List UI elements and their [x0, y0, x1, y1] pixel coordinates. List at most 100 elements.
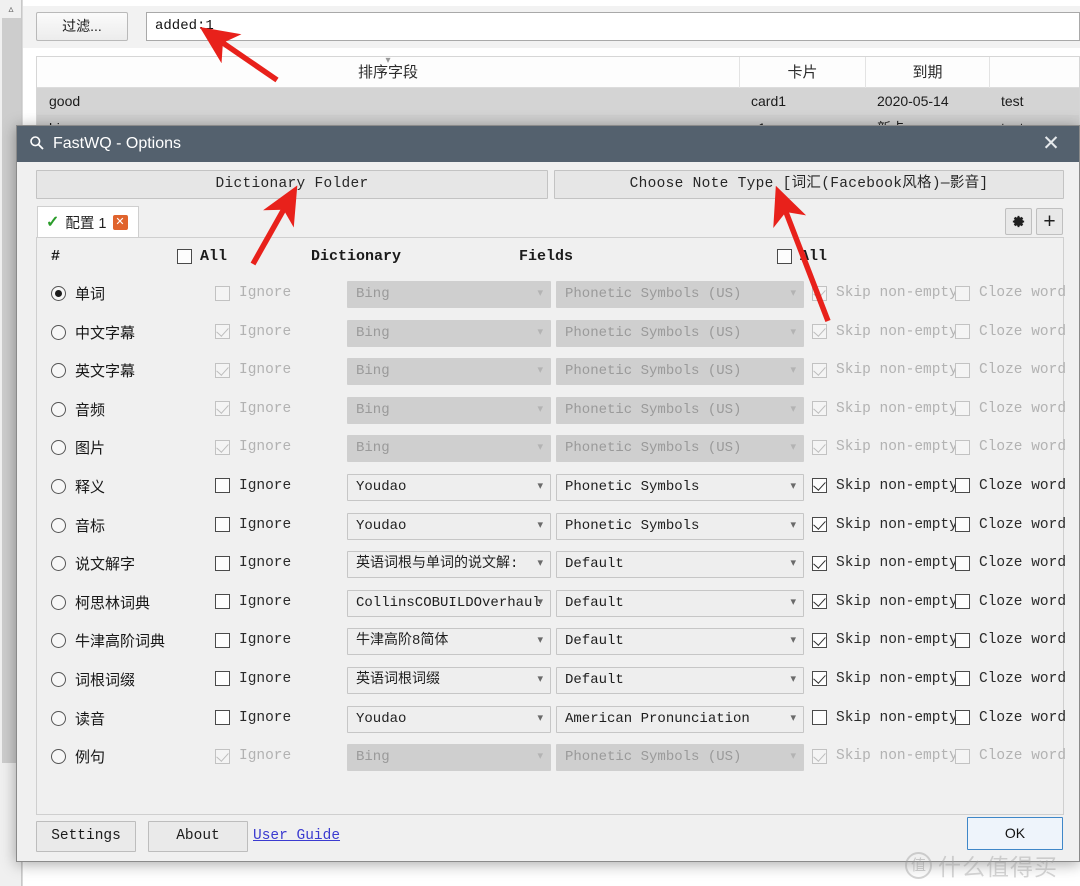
row-select-radio-8[interactable] [51, 594, 66, 610]
column-header-card[interactable]: 卡片 [739, 57, 865, 88]
skip-non-empty-checkbox-row-7[interactable]: Skip non-empty [812, 555, 958, 571]
ignore-checkbox-box[interactable] [215, 710, 230, 726]
ignore-checkbox-row-3[interactable]: Ignore [215, 401, 291, 417]
field-select-row-9[interactable]: Default ▾ [556, 628, 804, 656]
ignore-checkbox-box[interactable] [215, 632, 230, 648]
field-select-row-5[interactable]: Phonetic Symbols ▾ [556, 473, 804, 501]
row-select-radio-4[interactable] [51, 440, 66, 456]
cloze-word-checkbox-row-12[interactable]: Cloze word [955, 748, 1066, 764]
row-select-radio-0[interactable] [51, 286, 66, 301]
skip-non-empty-checkbox-row-11[interactable]: Skip non-empty [812, 710, 958, 726]
cloze-word-checkbox-box[interactable] [955, 555, 970, 571]
skip-non-empty-checkbox-row-5[interactable]: Skip non-empty [812, 478, 958, 494]
cloze-word-checkbox-box[interactable] [955, 710, 970, 726]
close-icon[interactable]: ✕ [1033, 126, 1069, 162]
column-header-all-ignore[interactable]: All [177, 248, 227, 265]
plus-icon[interactable]: + [1036, 208, 1063, 235]
skip-non-empty-checkbox-row-3[interactable]: Skip non-empty [812, 401, 958, 417]
skip-non-empty-checkbox-box[interactable] [812, 362, 827, 378]
dictionary-select-row-2[interactable]: Bing ▾ [347, 358, 551, 386]
cloze-word-checkbox-box[interactable] [955, 324, 970, 340]
skip-non-empty-checkbox-box[interactable] [812, 555, 827, 571]
field-select-row-4[interactable]: Phonetic Symbols (US) ▾ [556, 435, 804, 463]
skip-non-empty-checkbox-box[interactable] [812, 401, 827, 417]
column-header-due[interactable]: 到期 [865, 57, 989, 88]
row-select-radio-6[interactable] [51, 517, 66, 533]
ignore-checkbox-box[interactable] [215, 324, 230, 340]
cloze-word-checkbox-row-0[interactable]: Cloze word [955, 285, 1066, 301]
cloze-word-checkbox-row-11[interactable]: Cloze word [955, 710, 1066, 726]
choose-note-type-button[interactable]: Choose Note Type [词汇(Facebook风格)—影音] [554, 170, 1064, 199]
ignore-checkbox-row-7[interactable]: Ignore [215, 555, 291, 571]
cloze-word-checkbox-box[interactable] [955, 401, 970, 417]
skip-non-empty-checkbox-row-8[interactable]: Skip non-empty [812, 594, 958, 610]
row-select-radio-10[interactable] [51, 671, 66, 687]
column-header-all-options[interactable]: All [777, 248, 827, 265]
all-ignore-checkbox[interactable] [177, 249, 192, 264]
skip-non-empty-checkbox-box[interactable] [812, 594, 827, 610]
table-row[interactable]: good card1 2020-05-14 test [37, 88, 1079, 115]
skip-non-empty-checkbox-box[interactable] [812, 671, 827, 687]
ignore-checkbox-row-8[interactable]: Ignore [215, 594, 291, 610]
skip-non-empty-checkbox-row-4[interactable]: Skip non-empty [812, 439, 958, 455]
cloze-word-checkbox-row-7[interactable]: Cloze word [955, 555, 1066, 571]
cloze-word-checkbox-row-5[interactable]: Cloze word [955, 478, 1066, 494]
ignore-checkbox-row-12[interactable]: Ignore [215, 748, 291, 764]
ignore-checkbox-box[interactable] [215, 748, 230, 764]
close-icon[interactable]: ✕ [112, 214, 128, 230]
cloze-word-checkbox-row-10[interactable]: Cloze word [955, 671, 1066, 687]
dictionary-select-row-1[interactable]: Bing ▾ [347, 319, 551, 347]
skip-non-empty-checkbox-row-0[interactable]: Skip non-empty [812, 285, 958, 301]
skip-non-empty-checkbox-row-1[interactable]: Skip non-empty [812, 324, 958, 340]
cloze-word-checkbox-row-3[interactable]: Cloze word [955, 401, 1066, 417]
dictionary-select-row-11[interactable]: Youdao ▾ [347, 705, 551, 733]
dialog-titlebar[interactable]: FastWQ - Options ✕ [17, 126, 1079, 162]
skip-non-empty-checkbox-box[interactable] [812, 324, 827, 340]
ignore-checkbox-box[interactable] [215, 555, 230, 571]
cloze-word-checkbox-box[interactable] [955, 748, 970, 764]
skip-non-empty-checkbox-row-9[interactable]: Skip non-empty [812, 632, 958, 648]
cloze-word-checkbox-row-9[interactable]: Cloze word [955, 632, 1066, 648]
dictionary-select-row-0[interactable]: Bing ▾ [347, 281, 551, 308]
filter-button[interactable]: 过滤... [36, 12, 128, 41]
dictionary-select-row-9[interactable]: 牛津高阶8简体 ▾ [347, 628, 551, 656]
cloze-word-checkbox-box[interactable] [955, 594, 970, 610]
user-guide-link[interactable]: User Guide [253, 821, 340, 852]
cloze-word-checkbox-row-1[interactable]: Cloze word [955, 324, 1066, 340]
row-select-radio-7[interactable] [51, 556, 66, 572]
dictionary-select-row-7[interactable]: 英语词根与单词的说文解: ▾ [347, 551, 551, 579]
ignore-checkbox-box[interactable] [215, 285, 230, 301]
skip-non-empty-checkbox-box[interactable] [812, 517, 827, 533]
dictionary-select-row-5[interactable]: Youdao ▾ [347, 473, 551, 501]
cloze-word-checkbox-box[interactable] [955, 285, 970, 301]
field-select-row-3[interactable]: Phonetic Symbols (US) ▾ [556, 396, 804, 424]
scroll-up-icon[interactable]: ▵ [1, 0, 21, 18]
ignore-checkbox-row-0[interactable]: Ignore [215, 285, 291, 301]
ignore-checkbox-row-1[interactable]: Ignore [215, 324, 291, 340]
row-select-radio-3[interactable] [51, 401, 66, 417]
field-select-row-8[interactable]: Default ▾ [556, 589, 804, 617]
cloze-word-checkbox-box[interactable] [955, 362, 970, 378]
cloze-word-checkbox-box[interactable] [955, 478, 970, 494]
skip-non-empty-checkbox-box[interactable] [812, 632, 827, 648]
all-options-checkbox[interactable] [777, 249, 792, 264]
dictionary-select-row-8[interactable]: CollinsCOBUILDOverhaul ▾ [347, 589, 551, 617]
ignore-checkbox-row-5[interactable]: Ignore [215, 478, 291, 494]
column-header-sort-field[interactable]: ▾ 排序字段 [37, 56, 739, 88]
ignore-checkbox-box[interactable] [215, 671, 230, 687]
row-select-radio-2[interactable] [51, 363, 66, 379]
config-tab-1[interactable]: ✓ 配置 1 ✕ [37, 206, 139, 237]
ignore-checkbox-row-4[interactable]: Ignore [215, 439, 291, 455]
field-select-row-12[interactable]: Phonetic Symbols (US) ▾ [556, 744, 804, 772]
dictionary-select-row-12[interactable]: Bing ▾ [347, 744, 551, 772]
skip-non-empty-checkbox-row-10[interactable]: Skip non-empty [812, 671, 958, 687]
field-select-row-7[interactable]: Default ▾ [556, 551, 804, 579]
ignore-checkbox-box[interactable] [215, 439, 230, 455]
field-select-row-6[interactable]: Phonetic Symbols ▾ [556, 512, 804, 540]
dictionary-folder-button[interactable]: Dictionary Folder [36, 170, 548, 199]
cloze-word-checkbox-box[interactable] [955, 671, 970, 687]
cloze-word-checkbox-row-2[interactable]: Cloze word [955, 362, 1066, 378]
ignore-checkbox-box[interactable] [215, 594, 230, 610]
ignore-checkbox-box[interactable] [215, 362, 230, 378]
skip-non-empty-checkbox-box[interactable] [812, 285, 827, 301]
